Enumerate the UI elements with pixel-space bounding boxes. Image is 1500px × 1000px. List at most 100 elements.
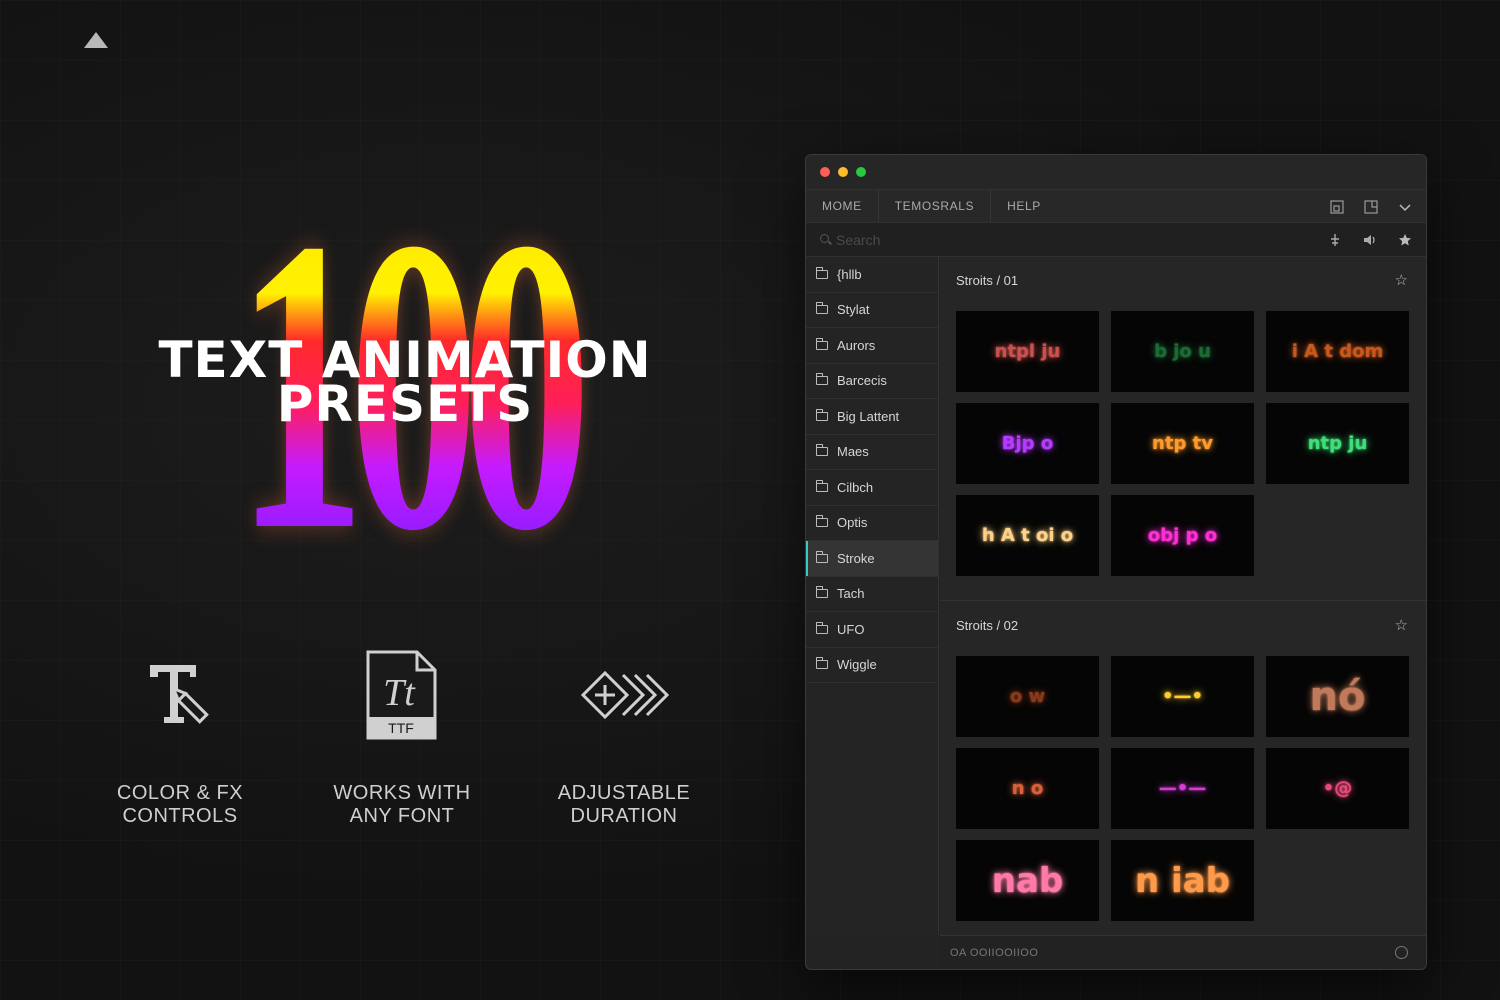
sidebar-item[interactable]: Barcecis: [806, 364, 938, 399]
sidebar-item[interactable]: Optis: [806, 506, 938, 541]
feature-any-font: Tt TTF WORKS WITH ANY FONT: [307, 640, 497, 828]
preset-thumbnail[interactable]: —•—: [1111, 748, 1254, 829]
chevron-down-icon[interactable]: [1398, 200, 1412, 214]
category-sidebar: {hllb Stylat Aurors Barcecis Big Lattent Maes…: [806, 257, 939, 935]
folder-icon: [816, 550, 828, 563]
layout-icon[interactable]: [1330, 199, 1344, 214]
ttf-badge: TTF: [388, 720, 414, 736]
thumbnail-text: ntp ju: [1307, 433, 1368, 454]
section-title: Stroits / 02: [956, 618, 1019, 633]
minimize-button[interactable]: [838, 167, 848, 177]
favorite-star-icon[interactable]: [1398, 233, 1412, 247]
preset-thumbnail[interactable]: o w: [956, 656, 1099, 737]
preset-thumbnail[interactable]: b jo u: [1111, 311, 1254, 392]
preset-section: Stroits / 02 ☆ o w •—• nó n o —•— •@ nab n iab: [940, 602, 1426, 938]
feature-label: ADJUSTABLE DURATION: [557, 782, 691, 827]
sidebar-item[interactable]: Big Lattent: [806, 399, 938, 435]
sidebar-item[interactable]: Aurors: [806, 328, 938, 364]
sidebar-item-label: Aurors: [837, 337, 876, 353]
status-text: OA OOIIOOIIOO: [950, 947, 1039, 959]
pin-icon[interactable]: [1328, 233, 1342, 247]
folder-icon: [816, 515, 828, 528]
sidebar-item-label: Big Lattent: [837, 408, 900, 424]
panel-icon[interactable]: [1364, 199, 1378, 214]
maximize-button[interactable]: [856, 167, 866, 177]
ttf-file-icon: Tt TTF: [307, 640, 497, 750]
preset-thumbnail[interactable]: obj p o: [1111, 495, 1254, 576]
preset-grid: Stroits / 01 ☆ ntpl ju b jo u i A t dom Bjp…: [940, 257, 1426, 935]
preset-thumbnail[interactable]: ntpl ju: [956, 311, 1099, 392]
sidebar-item-label: Stroke: [837, 550, 875, 566]
search-input[interactable]: [816, 229, 1296, 251]
tab-tutorials[interactable]: TEMOSRALS: [879, 190, 992, 222]
preset-section: Stroits / 01 ☆ ntpl ju b jo u i A t dom Bjp…: [940, 257, 1426, 601]
close-button[interactable]: [820, 167, 830, 177]
sidebar-item[interactable]: Wiggle: [806, 648, 938, 683]
hero-title: TEXT ANIMATION PRESETS: [100, 335, 710, 429]
preset-thumbnail[interactable]: ntp ju: [1266, 403, 1409, 484]
folder-icon: [816, 444, 828, 457]
sidebar-item[interactable]: Stylat: [806, 293, 938, 328]
preset-thumbnail[interactable]: n iab: [1111, 840, 1254, 921]
feature-label: COLOR & FX CONTROLS: [116, 782, 244, 827]
tab-help[interactable]: HELP: [991, 190, 1057, 222]
folder-icon: [816, 302, 828, 315]
folder-icon: [816, 408, 828, 421]
volume-icon[interactable]: [1362, 233, 1378, 247]
title-bar: [806, 155, 1426, 189]
folder-icon: [816, 337, 828, 350]
preset-thumbnail[interactable]: ntp tv: [1111, 403, 1254, 484]
sidebar-item-label: {hllb: [837, 266, 862, 282]
thumbnail-text: o w: [1009, 686, 1046, 707]
thumbnail-text: nab: [991, 860, 1064, 901]
sidebar-item[interactable]: Stroke: [806, 541, 938, 577]
sidebar-item-label: Barcecis: [837, 373, 887, 389]
ttf-glyph: Tt: [383, 672, 416, 714]
sidebar-item-label: Wiggle: [837, 657, 877, 673]
preset-browser-window: MOME TEMOSRALS HELP {hllb Stylat Aurors Bar…: [805, 154, 1427, 970]
sidebar-item[interactable]: Maes: [806, 435, 938, 470]
thumbnail-text: n iab: [1135, 860, 1230, 901]
preset-thumbnail[interactable]: •—•: [1111, 656, 1254, 737]
preset-thumbnail[interactable]: nó: [1266, 656, 1409, 737]
hero: 100 TEXT ANIMATION PRESETS: [100, 175, 710, 595]
features: COLOR & FX CONTROLS Tt TTF WORKS WITH AN…: [85, 640, 725, 840]
sidebar-item-label: Tach: [837, 586, 865, 602]
thumbnail-text: ntpl ju: [994, 341, 1061, 362]
sidebar-item[interactable]: Cilbch: [806, 470, 938, 506]
sidebar-item-label: Optis: [837, 515, 868, 531]
thumbnail-text: •—•: [1161, 686, 1203, 707]
settings-icon[interactable]: [1395, 946, 1408, 959]
preset-thumbnail[interactable]: h A t oi o: [956, 495, 1099, 576]
fast-forward-diamond-icon: [529, 640, 719, 750]
star-icon[interactable]: ☆: [1395, 616, 1408, 634]
preset-thumbnail[interactable]: n o: [956, 748, 1099, 829]
thumbnail-text: n o: [1011, 778, 1044, 799]
preset-thumbnail[interactable]: nab: [956, 840, 1099, 921]
sidebar-item-label: Stylat: [837, 302, 870, 318]
status-bar: OA OOIIOOIIOO: [940, 935, 1426, 969]
folder-icon: [816, 657, 828, 670]
brand-logo: [84, 32, 108, 48]
sidebar-item[interactable]: Tach: [806, 577, 938, 612]
sidebar-item[interactable]: {hllb: [806, 257, 938, 293]
folder-icon: [816, 266, 828, 279]
thumbnail-text: b jo u: [1154, 341, 1211, 362]
thumbnail-text: nó: [1309, 673, 1366, 720]
thumbnail-text: obj p o: [1147, 525, 1218, 546]
sidebar-item-label: Maes: [837, 444, 869, 460]
star-icon[interactable]: ☆: [1395, 271, 1408, 289]
search-bar: [806, 223, 1426, 257]
thumbnail-text: h A t oi o: [981, 525, 1074, 546]
thumbnail-text: —•—: [1158, 778, 1207, 799]
thumbnail-text: i A t dom: [1291, 341, 1384, 362]
preset-thumbnail[interactable]: •@: [1266, 748, 1409, 829]
preset-thumbnail[interactable]: i A t dom: [1266, 311, 1409, 392]
sidebar-item-label: Cilbch: [837, 479, 874, 495]
preset-thumbnail[interactable]: Bjp o: [956, 403, 1099, 484]
thumbnail-text: ntp tv: [1152, 433, 1213, 454]
section-title: Stroits / 01: [956, 273, 1019, 288]
sidebar-item[interactable]: UFO: [806, 612, 938, 648]
tab-home[interactable]: MOME: [806, 190, 879, 222]
folder-icon: [816, 479, 828, 492]
